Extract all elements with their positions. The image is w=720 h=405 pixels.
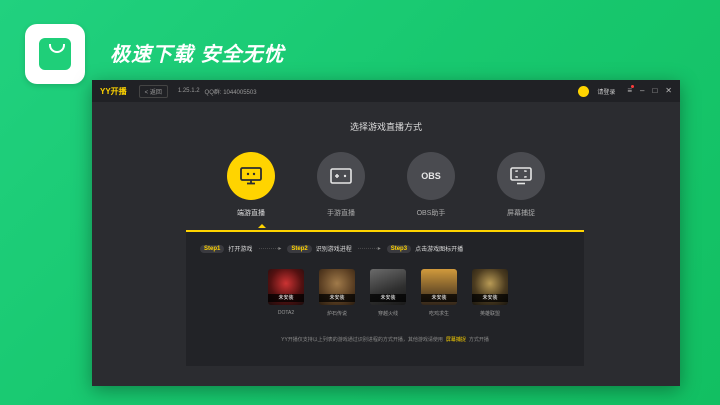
mode-screen-capture[interactable]: 屏幕捕捉 xyxy=(486,152,556,218)
obs-icon: OBS xyxy=(407,152,455,200)
step-badge: Step3 xyxy=(386,244,412,253)
game-thumbnail: 未安装 xyxy=(421,269,457,305)
step-separator: ··········▸ xyxy=(258,246,282,252)
game-list: 未安装 DOTA2 未安装 炉石传说 未安装 穿越火线 未安装 吃鸡求生 未安装… xyxy=(268,269,508,317)
screen-capture-link[interactable]: 屏幕捕捉 xyxy=(446,337,466,343)
install-status-badge: 未安装 xyxy=(319,294,355,302)
game-thumbnail: 未安装 xyxy=(370,269,406,305)
mobile-game-icon xyxy=(317,152,365,200)
mode-pc-game[interactable]: 端游直播 xyxy=(216,152,286,218)
promo-slogan: 极速下载 安全无忧 xyxy=(110,44,285,66)
mode-label: 屏幕捕捉 xyxy=(507,210,535,217)
notification-dot xyxy=(631,85,634,88)
step-text: 识别游戏进程 xyxy=(315,247,352,253)
mode-label: OBS助手 xyxy=(416,210,446,217)
mode-label: 手游直播 xyxy=(327,210,355,217)
step-text: 点击游戏图标开播 xyxy=(415,247,464,253)
game-item-pubg[interactable]: 未安装 吃鸡求生 xyxy=(421,269,457,317)
title-bar: YY开播 < 返回 1.25.1.2 QQ群: 1044005503 请登录 ≡… xyxy=(92,80,680,102)
game-item-crossfire[interactable]: 未安装 穿越火线 xyxy=(370,269,406,317)
maximize-icon[interactable]: □ xyxy=(652,87,657,95)
game-item-lol[interactable]: 未安装 英雄联盟 xyxy=(472,269,508,317)
install-status-badge: 未安装 xyxy=(268,294,304,302)
login-link[interactable]: 请登录 xyxy=(597,87,615,96)
screen-capture-icon xyxy=(497,152,545,200)
install-status-badge: 未安装 xyxy=(472,294,508,302)
active-mode-pointer xyxy=(258,224,266,228)
footnote-suffix: 方式开播 xyxy=(468,337,489,343)
mode-obs[interactable]: OBS OBS助手 xyxy=(396,152,466,218)
game-thumbnail: 未安装 xyxy=(472,269,508,305)
game-item-dota2[interactable]: 未安装 DOTA2 xyxy=(268,269,304,317)
shopping-bag-icon xyxy=(39,38,71,70)
avatar[interactable] xyxy=(578,85,590,97)
game-name: 吃鸡求生 xyxy=(428,311,449,317)
pc-game-panel: Step1 打开游戏 ··········▸ Step2 识别游戏进程 ····… xyxy=(186,230,584,366)
footnote: YY开播仅支持以上列表的游戏通过识别进程的方式开播，其他游戏请使用 屏幕捕捉 方式开… xyxy=(186,336,584,343)
app-store-icon xyxy=(25,24,85,84)
game-name: DOTA2 xyxy=(277,310,295,316)
game-name: 英雄联盟 xyxy=(479,311,500,317)
pc-game-icon xyxy=(227,152,275,200)
step-text: 打开游戏 xyxy=(228,247,253,253)
yy-live-window: YY开播 < 返回 1.25.1.2 QQ群: 1044005503 请登录 ≡… xyxy=(92,80,680,386)
mode-label: 端游直播 xyxy=(237,210,265,217)
close-icon[interactable]: ✕ xyxy=(665,87,672,95)
app-logo: YY开播 xyxy=(100,86,127,96)
step-separator: ··········▸ xyxy=(357,246,381,252)
steps-bar: Step1 打开游戏 ··········▸ Step2 识别游戏进程 ····… xyxy=(200,244,463,253)
game-name: 穿越火线 xyxy=(377,311,398,317)
minimize-icon[interactable]: – xyxy=(640,87,644,95)
game-name: 炉石传说 xyxy=(326,311,347,317)
game-thumbnail: 未安装 xyxy=(319,269,355,305)
step-badge: Step2 xyxy=(287,244,312,253)
game-item-hearthstone[interactable]: 未安装 炉石传说 xyxy=(319,269,355,317)
install-status-badge: 未安装 xyxy=(370,294,406,302)
mode-mobile-game[interactable]: 手游直播 xyxy=(306,152,376,218)
install-status-badge: 未安装 xyxy=(421,294,457,302)
menu-icon[interactable]: ≡ xyxy=(627,85,634,95)
version-text: 1.25.1.2 xyxy=(177,88,200,94)
step-badge: Step1 xyxy=(200,244,225,253)
back-button[interactable]: < 返回 xyxy=(138,84,168,98)
qq-group-text: QQ群: 1044005503 xyxy=(204,89,257,96)
game-thumbnail: 未安装 xyxy=(268,269,304,305)
page-title: 选择游戏直播方式 xyxy=(349,122,422,132)
footnote-prefix: YY开播仅支持以上列表的游戏通过识别进程的方式开播，其他游戏请使用 xyxy=(281,337,443,343)
